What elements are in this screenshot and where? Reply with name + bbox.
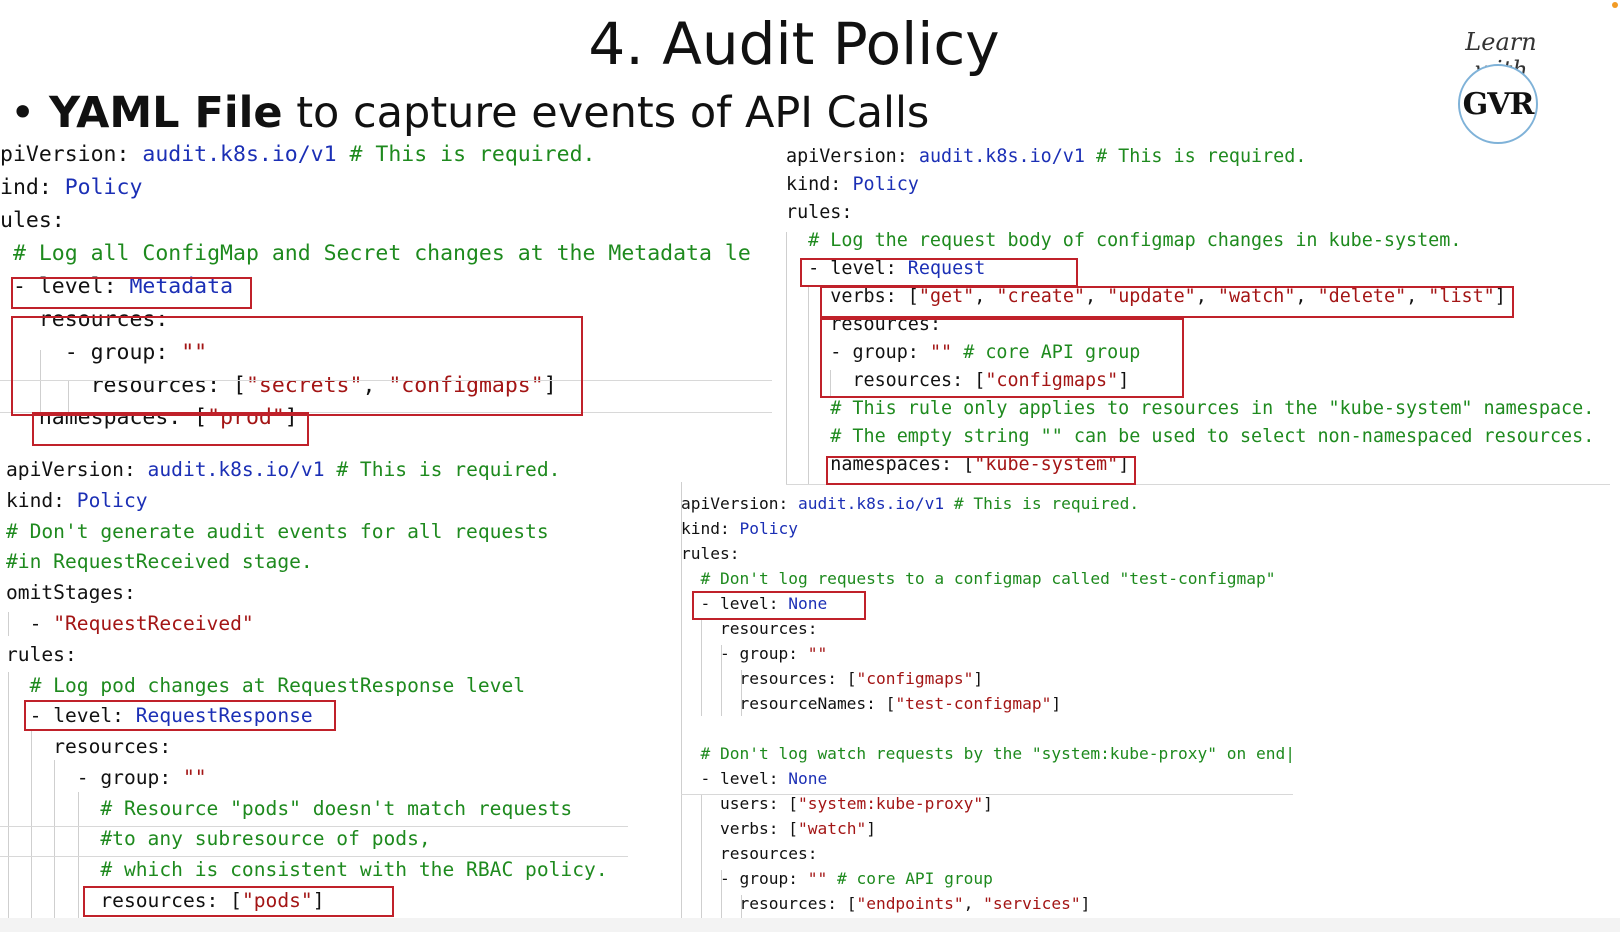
code-line: - group: "" # core API group [681, 869, 993, 888]
code-line: - group: "" [681, 644, 828, 663]
gvr-logo: Learn with GVR [1436, 24, 1566, 144]
code-line: # Log pod changes at RequestResponse lev… [6, 674, 526, 697]
indent-guide [681, 482, 682, 918]
code-line: - "RequestReceived" [6, 612, 254, 635]
code-line: resources: ["configmaps"] [739, 669, 984, 688]
code-line: ind: Policy [0, 175, 143, 200]
indent-guide [701, 795, 702, 918]
indent-guide [8, 672, 9, 918]
code-line: - group: "" [6, 766, 207, 789]
indent-guide [78, 792, 79, 918]
code-line: # This rule only applies to resources in… [786, 398, 1595, 419]
logo-mark: GVR [1462, 86, 1535, 122]
code-line: kind: Policy [786, 174, 919, 195]
code-line: ules: [0, 208, 65, 233]
code-line: rules: [786, 202, 853, 223]
indent-guide [701, 620, 702, 716]
bullet-point: • YAML File to capture events of API Cal… [10, 88, 929, 138]
code-line: resources: ["endpoints", "services"] [739, 894, 1091, 913]
code-line: resourceNames: ["test-configmap"] [739, 694, 1062, 713]
code-line: verbs: ["watch"] [719, 819, 876, 838]
highlight-box [826, 456, 1136, 485]
highlight-box [11, 277, 252, 309]
highlight-box [32, 412, 309, 446]
code-line: # Log all ConfigMap and Secret changes a… [0, 241, 751, 266]
code-line: rules: [6, 643, 77, 666]
yaml-panel-none: apiVersion: audit.k8s.io/v1 # This is re… [681, 494, 1295, 913]
code-line: apiVersion: audit.k8s.io/v1 # This is re… [786, 146, 1307, 167]
indent-guide [54, 760, 55, 918]
bullet-text: to capture events of API Calls [282, 88, 930, 138]
highlight-box [692, 591, 866, 620]
code-line: rules: [681, 544, 740, 563]
code-line: # Don't log requests to a configmap call… [681, 569, 1276, 588]
indent-guide [721, 870, 722, 918]
code-line: piVersion: audit.k8s.io/v1 # This is req… [0, 142, 596, 167]
code-line: kind: Policy [6, 489, 148, 512]
indent-guide [741, 670, 742, 716]
indent-guide [721, 645, 722, 716]
code-line: users: ["system:kube-proxy"] [719, 794, 993, 813]
code-line: apiVersion: audit.k8s.io/v1 # This is re… [681, 494, 1140, 513]
code-line: apiVersion: audit.k8s.io/v1 # This is re… [6, 458, 561, 481]
code-line: # Resource "pods" doesn't match requests [6, 797, 573, 820]
line-highlight [0, 826, 628, 827]
code-line: - level: None [681, 769, 828, 788]
code-line: #in RequestReceived stage. [6, 550, 313, 573]
highlight-box [820, 318, 1184, 398]
indent-guide [741, 895, 742, 918]
bullet-dot: • [10, 88, 50, 138]
code-line: # which is consistent with the RBAC poli… [6, 858, 608, 881]
bullet-bold: YAML File [49, 88, 283, 138]
indent-guide [31, 730, 32, 918]
indent-guide [8, 612, 9, 636]
line-highlight [681, 794, 1293, 795]
code-line: # Don't generate audit events for all re… [6, 520, 549, 543]
highlight-box [11, 316, 583, 416]
slide-title: 4. Audit Policy [588, 10, 1000, 78]
line-highlight [0, 856, 628, 857]
code-line: kind: Policy [681, 519, 798, 538]
highlight-box [24, 700, 336, 731]
highlight-box [820, 286, 1514, 318]
highlight-box [83, 886, 394, 917]
code-line: #to any subresource of pods, [6, 827, 431, 850]
code-line: # The empty string "" can be used to sel… [786, 426, 1595, 447]
code-line: omitStages: [6, 581, 136, 604]
yaml-panel-requestresponse: apiVersion: audit.k8s.io/v1 # This is re… [6, 458, 608, 912]
highlight-box [800, 258, 1078, 287]
code-line: # Log the request body of configmap chan… [786, 230, 1462, 251]
indent-guide [786, 232, 787, 484]
indent-guide [808, 286, 809, 484]
logo-circle: GVR [1458, 64, 1538, 144]
code-line: # Don't log watch requests by the "syste… [681, 744, 1295, 763]
bottom-strip [0, 918, 1620, 932]
status-dot [1612, 2, 1618, 8]
